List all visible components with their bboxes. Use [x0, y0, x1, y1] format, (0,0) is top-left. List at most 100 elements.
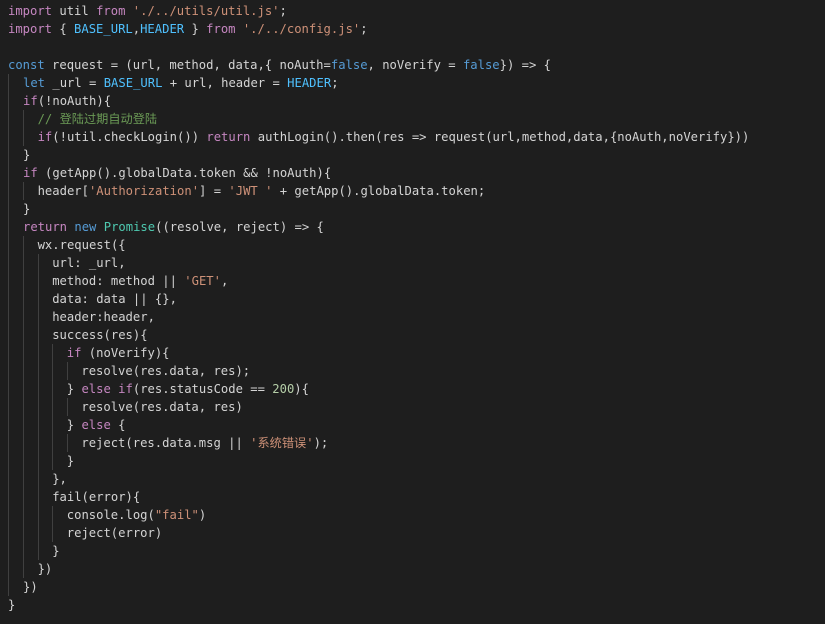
indent-guide — [37, 542, 53, 560]
indent-guide — [8, 470, 23, 488]
indent-guide — [23, 344, 38, 362]
code-token-plain: success(res){ — [52, 328, 148, 342]
code-line[interactable]: }) — [0, 560, 825, 578]
indent-guide — [23, 488, 38, 506]
code-line[interactable]: } — [0, 146, 825, 164]
indent-guide — [23, 416, 38, 434]
code-token-plain: (noVerify){ — [81, 346, 170, 360]
code-token-plain: } — [66, 382, 82, 396]
code-line[interactable] — [0, 38, 825, 56]
indent-guide — [52, 434, 67, 452]
indent-guide — [52, 398, 67, 416]
code-token-plain: resolve(res.data, res); — [81, 364, 251, 378]
code-line[interactable]: } — [0, 200, 825, 218]
code-line[interactable]: } else if(res.statusCode == 200){ — [0, 380, 825, 398]
code-token-keyword: let — [23, 76, 46, 90]
code-editor[interactable]: import util from './../utils/util.js'; im… — [0, 0, 825, 624]
code-token-control: if — [23, 166, 38, 180]
code-token-plain: } — [23, 202, 31, 216]
code-token-plain: }, — [52, 472, 67, 486]
code-line[interactable]: } — [0, 452, 825, 470]
code-line[interactable]: if(!util.checkLogin()) return authLogin(… — [0, 128, 825, 146]
indent-guide — [8, 182, 23, 200]
code-token-plain: + url, header = — [162, 76, 288, 90]
code-token-const: HEADER — [287, 76, 332, 90]
code-token-plain: } — [66, 454, 75, 468]
code-token-keyword: const — [8, 58, 45, 72]
code-line[interactable]: const request = (url, method, data,{ noA… — [0, 56, 825, 74]
indent-guide — [23, 362, 38, 380]
indent-guide — [23, 326, 38, 344]
indent-guide — [23, 452, 38, 470]
code-token-string: 'Authorization' — [88, 184, 200, 198]
code-line[interactable]: header['Authorization'] = 'JWT ' + getAp… — [0, 182, 825, 200]
code-line[interactable]: success(res){ — [0, 326, 825, 344]
indent-guide — [8, 326, 23, 344]
code-token-control: import — [8, 4, 53, 18]
code-token-control: else — [81, 382, 111, 396]
code-token-plain: request = (url, method, data,{ noAuth= — [44, 58, 331, 72]
indent-guide — [23, 110, 38, 128]
code-token-plain: header[ — [37, 184, 89, 198]
indent-guide — [8, 542, 23, 560]
indent-guide — [8, 362, 23, 380]
code-line[interactable]: if (getApp().globalData.token && !noAuth… — [0, 164, 825, 182]
code-token-plain: ] = — [199, 184, 229, 198]
code-token-plain: reject(res.data.msg || — [81, 436, 251, 450]
indent-guide — [8, 218, 23, 236]
code-line[interactable]: reject(error) — [0, 524, 825, 542]
code-line[interactable]: }) — [0, 578, 825, 596]
code-token-plain: resolve(res.data, res) — [81, 400, 243, 414]
indent-guide — [23, 290, 38, 308]
code-line[interactable]: if (noVerify){ — [0, 344, 825, 362]
code-line[interactable]: url: _url, — [0, 254, 825, 272]
code-token-plain: , — [132, 22, 141, 36]
code-line[interactable]: let _url = BASE_URL + url, header = HEAD… — [0, 74, 825, 92]
code-line[interactable]: data: data || {}, — [0, 290, 825, 308]
indent-guide — [37, 344, 53, 362]
indent-guide — [8, 164, 23, 182]
code-line[interactable]: } — [0, 596, 825, 614]
code-token-control: if — [118, 382, 133, 396]
indent-guide — [37, 362, 53, 380]
code-line[interactable]: if(!noAuth){ — [0, 92, 825, 110]
indent-guide — [8, 488, 23, 506]
indent-guide — [8, 452, 23, 470]
code-line[interactable]: console.log("fail") — [0, 506, 825, 524]
indent-guide — [8, 308, 23, 326]
code-token-plain: ){ — [294, 382, 309, 396]
code-line[interactable]: fail(error){ — [0, 488, 825, 506]
code-line[interactable]: // 登陆过期自动登陆 — [0, 110, 825, 128]
indent-guide — [23, 128, 38, 146]
code-token-plain: }) — [23, 580, 38, 594]
code-line[interactable]: resolve(res.data, res); — [0, 362, 825, 380]
code-line[interactable]: return new Promise((resolve, reject) => … — [0, 218, 825, 236]
code-line[interactable]: import { BASE_URL,HEADER } from './../co… — [0, 20, 825, 38]
indent-guide — [8, 272, 23, 290]
indent-guide — [23, 254, 38, 272]
indent-guide — [37, 452, 53, 470]
code-token-plain: ; — [331, 76, 339, 90]
indent-guide — [52, 416, 67, 434]
code-line[interactable]: } — [0, 542, 825, 560]
code-line[interactable]: }, — [0, 470, 825, 488]
indent-guide — [8, 290, 23, 308]
indent-guide — [66, 362, 82, 380]
code-token-plain: fail(error){ — [52, 490, 141, 504]
code-token-keyword: new — [74, 220, 97, 234]
code-line[interactable]: method: method || 'GET', — [0, 272, 825, 290]
code-token-string: 'JWT ' — [228, 184, 273, 198]
code-token-plain: reject(error) — [66, 526, 163, 540]
code-line[interactable]: wx.request({ — [0, 236, 825, 254]
code-token-control: if — [66, 346, 82, 360]
indent-guide — [37, 326, 53, 344]
indent-guide — [8, 128, 23, 146]
indent-guide — [37, 290, 53, 308]
code-line[interactable]: reject(res.data.msg || '系统错误'); — [0, 434, 825, 452]
code-line[interactable]: header:header, — [0, 308, 825, 326]
code-token-string: 'GET' — [184, 274, 221, 288]
code-line[interactable]: } else { — [0, 416, 825, 434]
code-line[interactable]: resolve(res.data, res) — [0, 398, 825, 416]
code-line[interactable]: import util from './../utils/util.js'; — [0, 2, 825, 20]
